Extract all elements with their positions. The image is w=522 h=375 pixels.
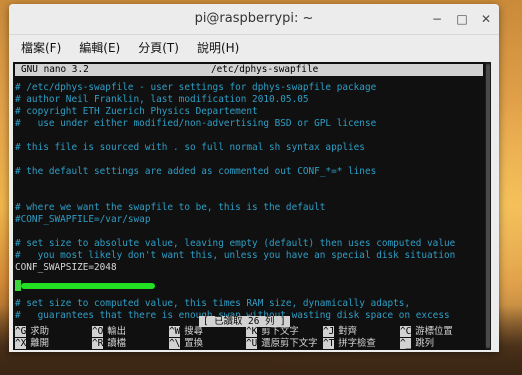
- shortcut-item[interactable]: ^X 離開: [15, 338, 49, 350]
- menu-edit[interactable]: 編輯(E): [67, 39, 126, 56]
- menu-tabs[interactable]: 分頁(T): [126, 39, 185, 56]
- shortcut-key: ^O: [92, 326, 104, 337]
- shortcut-item[interactable]: ^W 搜尋: [169, 326, 203, 338]
- shortcut-label: 跳列: [415, 338, 435, 349]
- shortcut-item[interactable]: ^J 對齊: [323, 326, 357, 338]
- editor-line[interactable]: # use under either modified/non-advertis…: [15, 118, 376, 130]
- shortcut-item[interactable]: ^R 讀檔: [92, 338, 126, 350]
- shortcut-label: 對齊: [338, 326, 358, 337]
- shortcut-key: ^T: [323, 338, 335, 349]
- editor-line[interactable]: # author Neil Franklin, last modificatio…: [15, 94, 309, 106]
- shortcut-item[interactable]: ^_ 跳列: [400, 338, 434, 350]
- shortcut-row-1: ^G 求助 ^O 輸出 ^W 搜尋 ^K 剪下文字 ^J 對齊 ^C 游標位置: [15, 326, 485, 338]
- shortcut-item[interactable]: ^O 輸出: [92, 326, 126, 338]
- highlight-mark: [21, 283, 155, 289]
- nano-filename: /etc/dphys-swapfile: [211, 64, 319, 75]
- editor-line[interactable]: # this file is sourced with . so full no…: [15, 142, 365, 154]
- nano-version: GNU nano 3.2: [21, 64, 89, 75]
- minimize-icon[interactable]: −: [429, 11, 445, 27]
- terminal-window: pi@raspberrypi: ~ − □ ✕ 檔案(F) 編輯(E) 分頁(T…: [9, 4, 499, 352]
- shortcut-item[interactable]: ^\ 置換: [169, 338, 203, 350]
- shortcut-item[interactable]: ^K 剪下文字: [246, 326, 299, 338]
- scrollbar[interactable]: [485, 62, 491, 350]
- editor-line[interactable]: CONF_SWAPSIZE=2048: [15, 262, 117, 274]
- shortcut-item[interactable]: ^U 還原剪下文字: [246, 338, 318, 350]
- shortcut-label: 輸出: [107, 326, 127, 337]
- maximize-icon[interactable]: □: [454, 11, 470, 27]
- editor-line[interactable]: # set size to absolute value, leaving em…: [15, 238, 455, 250]
- editor-line[interactable]: # set size to computed value, this times…: [15, 298, 410, 310]
- shortcut-item[interactable]: ^G 求助: [15, 326, 49, 338]
- editor-line[interactable]: # the default settings are added as comm…: [15, 166, 376, 178]
- shortcut-label: 剪下文字: [261, 326, 299, 337]
- editor-line[interactable]: # where we want the swapfile to be, this…: [15, 202, 325, 214]
- shortcut-label: 游標位置: [415, 326, 453, 337]
- menu-file[interactable]: 檔案(F): [9, 39, 67, 56]
- shortcut-key: ^C: [400, 326, 412, 337]
- shortcut-label: 置換: [184, 338, 204, 349]
- menu-help[interactable]: 說明(H): [185, 39, 245, 56]
- editor-line[interactable]: #CONF_SWAPFILE=/var/swap: [15, 214, 150, 226]
- nano-header-bar: GNU nano 3.2 /etc/dphys-swapfile: [15, 64, 483, 76]
- close-icon[interactable]: ✕: [478, 11, 494, 27]
- shortcut-key: ^U: [246, 338, 258, 349]
- editor-line[interactable]: # copyright ETH Zuerich Physics Departem…: [15, 106, 258, 118]
- shortcut-label: 求助: [30, 326, 50, 337]
- window-title: pi@raspberrypi: ~: [194, 11, 314, 26]
- shortcut-row-2: ^X 離開 ^R 讀檔 ^\ 置換 ^U 還原剪下文字 ^T 拼字檢查 ^_ 跳列: [15, 338, 485, 350]
- shortcut-label: 讀檔: [107, 338, 127, 349]
- shortcut-label: 離開: [30, 338, 50, 349]
- shortcut-key: ^_: [400, 338, 412, 349]
- scrollbar-thumb[interactable]: [486, 64, 490, 348]
- editor-line[interactable]: # /etc/dphys-swapfile - user settings fo…: [15, 82, 376, 94]
- terminal-area[interactable]: GNU nano 3.2 /etc/dphys-swapfile # /etc/…: [13, 62, 491, 350]
- shortcut-key: ^G: [15, 326, 27, 337]
- shortcut-key: ^J: [323, 326, 335, 337]
- menu-bar: 檔案(F) 編輯(E) 分頁(T) 說明(H): [9, 35, 499, 59]
- shortcut-item[interactable]: ^C 游標位置: [400, 326, 453, 338]
- shortcut-item[interactable]: ^T 拼字檢查: [323, 338, 376, 350]
- shortcut-key: ^\: [169, 338, 181, 349]
- shortcut-label: 還原剪下文字: [261, 338, 318, 349]
- title-bar[interactable]: pi@raspberrypi: ~ − □ ✕: [9, 4, 499, 35]
- shortcut-key: ^W: [169, 326, 181, 337]
- shortcut-key: ^X: [15, 338, 27, 349]
- editor-line[interactable]: # you most likely don't want this, unles…: [15, 250, 455, 262]
- shortcut-label: 搜尋: [184, 326, 204, 337]
- shortcut-key: ^R: [92, 338, 104, 349]
- shortcut-key: ^K: [246, 326, 258, 337]
- shortcut-label: 拼字檢查: [338, 338, 376, 349]
